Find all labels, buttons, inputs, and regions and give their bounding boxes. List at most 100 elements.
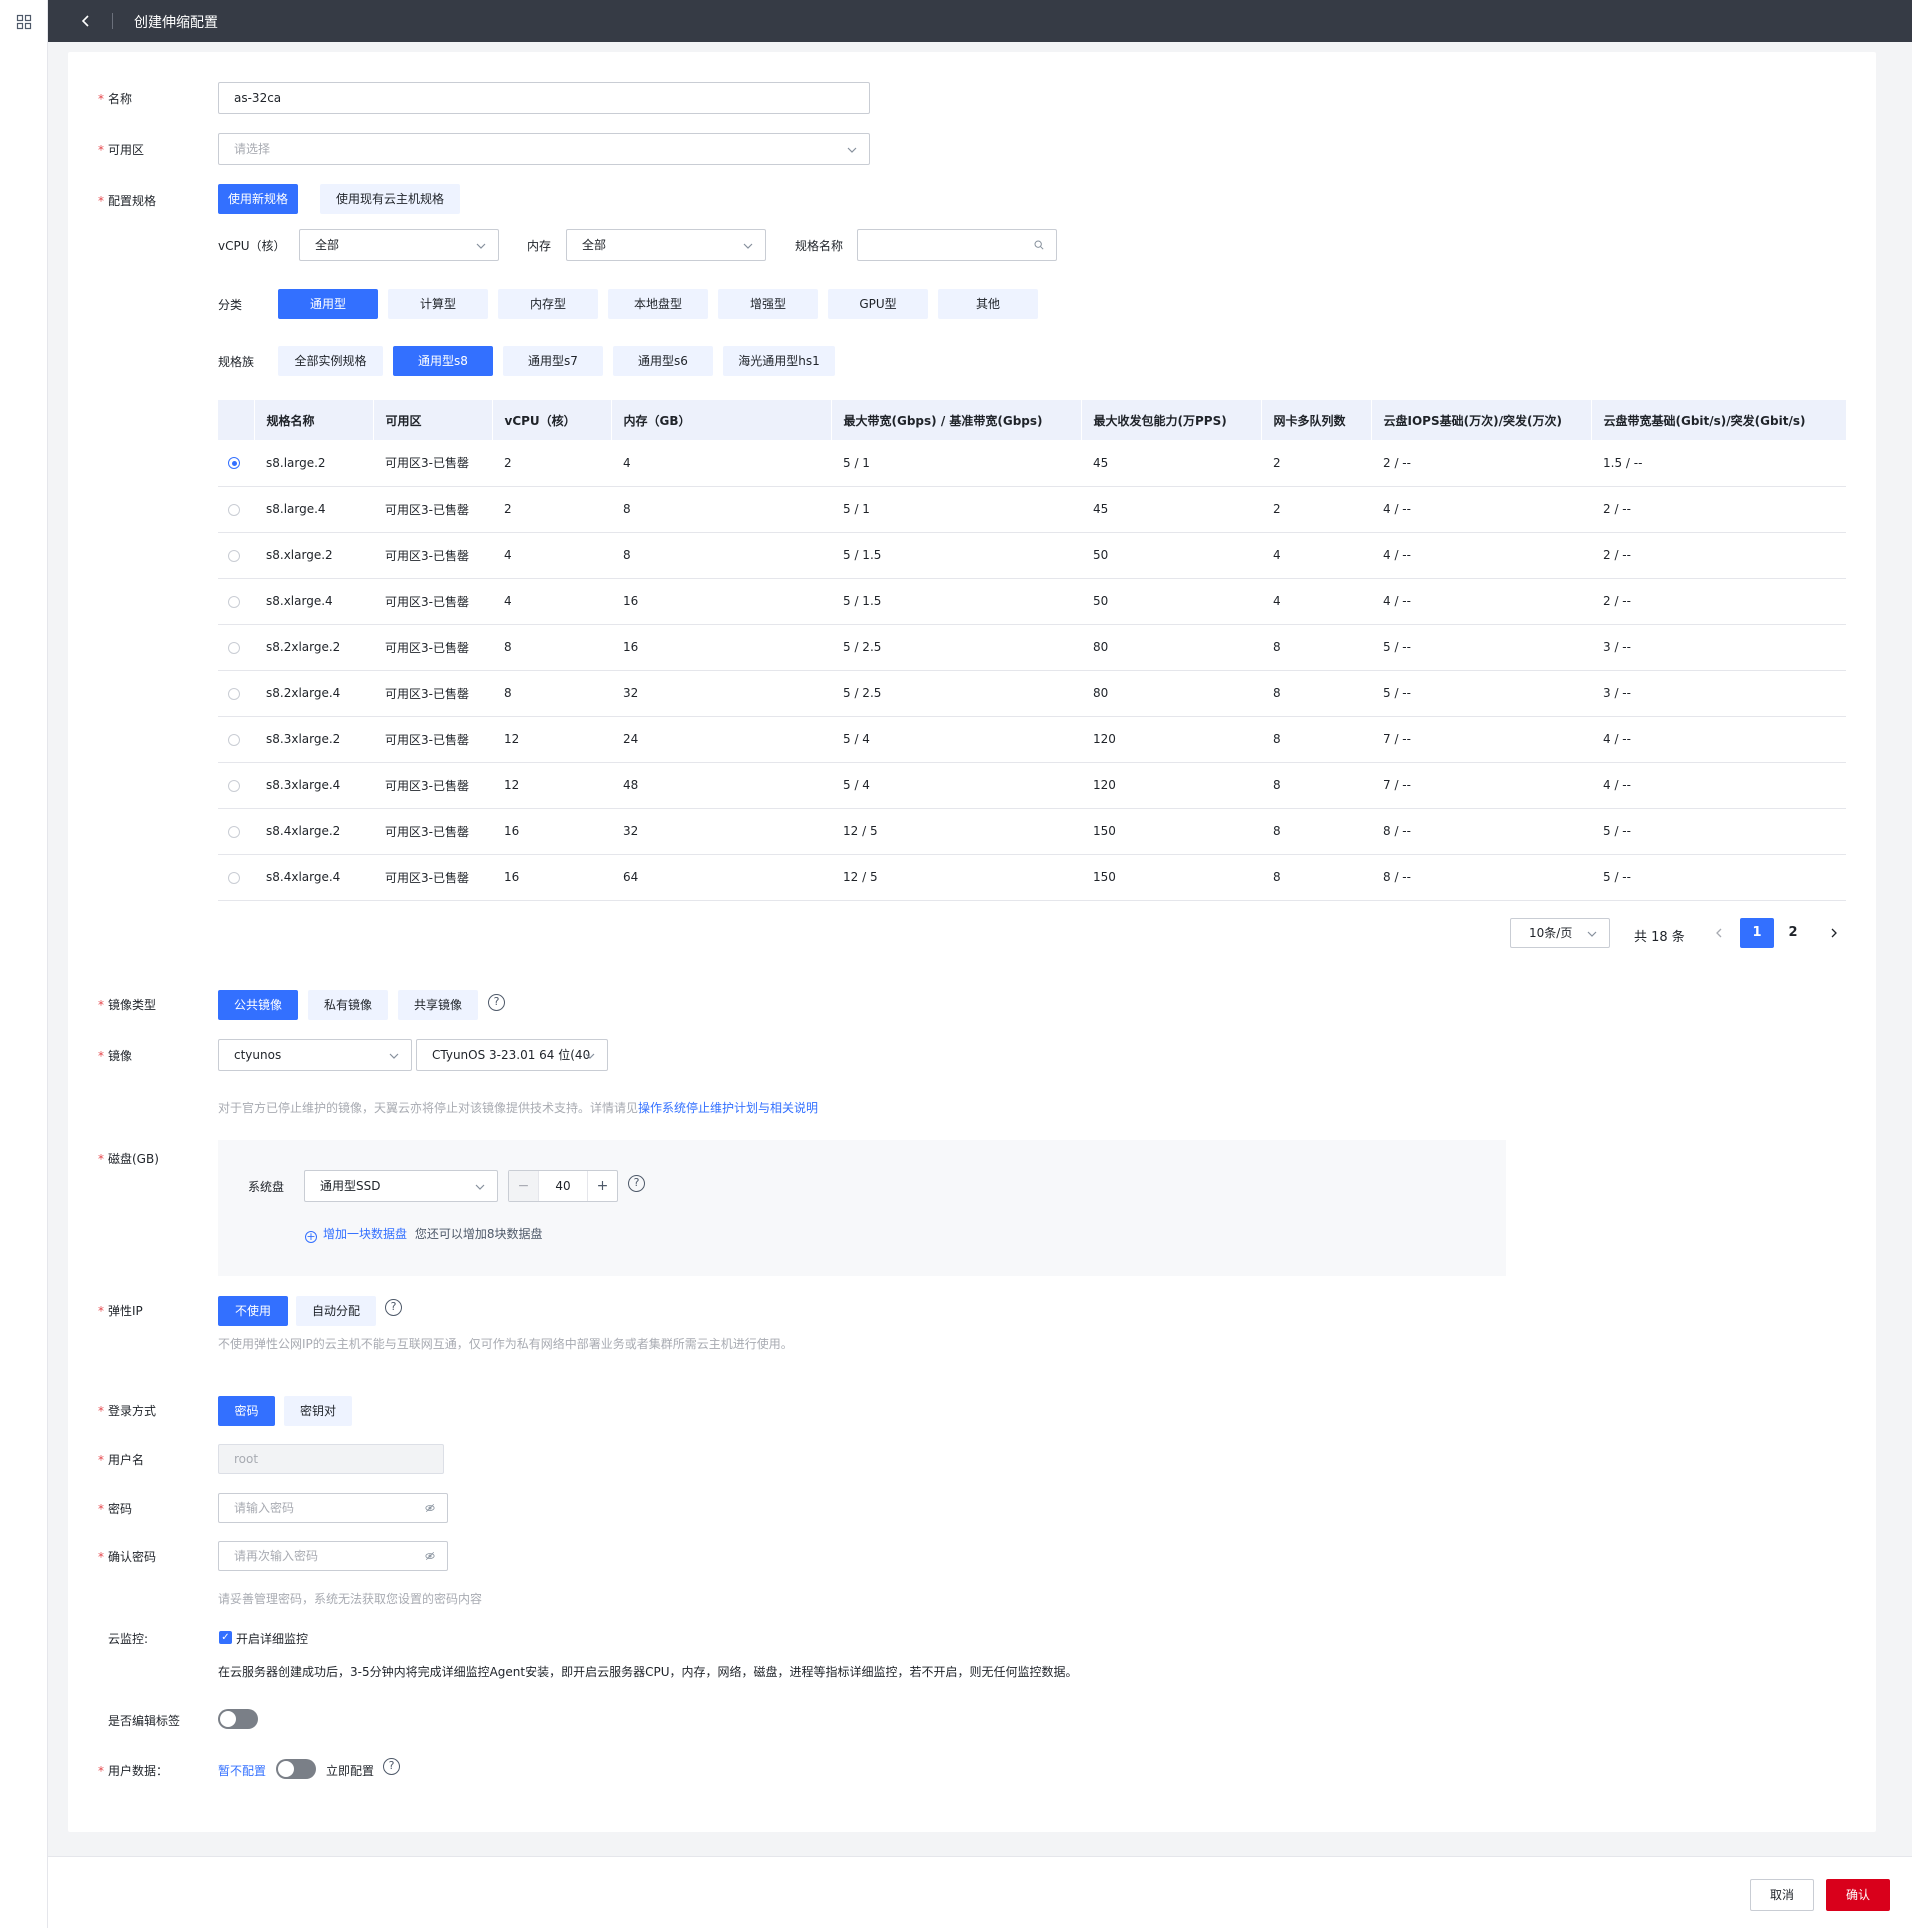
table-row[interactable]: s8.xlarge.2 可用区3-已售罄 4 8 5 / 1.5 50 4 4 / -- 2 /… (218, 532, 1846, 579)
next-page-icon[interactable] (1829, 928, 1839, 938)
system-disk-type-select[interactable]: 通用型SSD (304, 1170, 498, 1202)
table-cell: 可用区3-已售罄 (373, 670, 492, 717)
family-s7-button[interactable]: 通用型s7 (503, 346, 603, 376)
family-hs1-button[interactable]: 海光通用型hs1 (723, 346, 835, 376)
increment-button[interactable]: + (587, 1171, 617, 1201)
confirm-button[interactable]: 确认 (1826, 1879, 1890, 1911)
category-general-button[interactable]: 通用型 (278, 289, 378, 319)
table-row[interactable]: s8.4xlarge.2 可用区3-已售罄 16 32 12 / 5 150 8 8 / --… (218, 808, 1846, 855)
eip-auto-button[interactable]: 自动分配 (296, 1296, 376, 1326)
category-localdisk-button[interactable]: 本地盘型 (608, 289, 708, 319)
cancel-button[interactable]: 取消 (1750, 1879, 1814, 1911)
category-other-button[interactable]: 其他 (938, 289, 1038, 319)
category-compute-button[interactable]: 计算型 (388, 289, 488, 319)
row-select-cell[interactable] (218, 854, 254, 901)
row-select-cell[interactable] (218, 624, 254, 671)
row-radio[interactable] (228, 687, 240, 700)
decrement-button[interactable]: − (509, 1171, 539, 1201)
help-circle-icon[interactable]: ? (628, 1175, 645, 1192)
row-select-cell[interactable] (218, 762, 254, 809)
family-s8-button[interactable]: 通用型s8 (393, 346, 493, 376)
password-input[interactable]: 请输入密码 (218, 1493, 448, 1523)
category-gpu-button[interactable]: GPU型 (828, 289, 928, 319)
page-size-select[interactable]: 10条/页 (1510, 918, 1610, 948)
help-circle-icon[interactable]: ? (488, 994, 505, 1011)
table-cell: 5 / 1 (831, 440, 1081, 487)
plus-circle-icon[interactable]: + (305, 1231, 317, 1243)
page-button-2[interactable]: 2 (1776, 918, 1810, 948)
eip-none-button[interactable]: 不使用 (218, 1296, 288, 1326)
table-row[interactable]: s8.large.4 可用区3-已售罄 2 8 5 / 1 45 2 4 / -- 2 / -- (218, 486, 1846, 533)
image-version-select[interactable]: CTyunOS 3-23.01 64 位(40 (416, 1039, 608, 1071)
image-type-private-button[interactable]: 私有镜像 (308, 990, 388, 1020)
userdata-on-text[interactable]: 立即配置 (326, 1762, 374, 1779)
row-select-cell[interactable] (218, 486, 254, 533)
edit-tags-toggle[interactable] (218, 1709, 258, 1729)
table-row[interactable]: s8.2xlarge.2 可用区3-已售罄 8 16 5 / 2.5 80 8 5 / -- 3… (218, 624, 1846, 671)
name-input[interactable]: as-32ca (218, 82, 870, 114)
row-radio[interactable] (228, 733, 240, 746)
table-cell: 8 (611, 532, 831, 579)
family-s6-button[interactable]: 通用型s6 (613, 346, 713, 376)
vcpu-filter-select[interactable]: 全部 (299, 229, 499, 261)
apps-grid-icon[interactable] (16, 14, 32, 30)
table-cell: 4 (492, 532, 611, 579)
family-all-button[interactable]: 全部实例规格 (278, 346, 383, 376)
help-circle-icon[interactable]: ? (385, 1299, 402, 1316)
category-enhanced-button[interactable]: 增强型 (718, 289, 818, 319)
row-radio[interactable] (228, 779, 240, 792)
confirm-password-input[interactable]: 请再次输入密码 (218, 1541, 448, 1571)
table-row[interactable]: s8.3xlarge.4 可用区3-已售罄 12 48 5 / 4 120 8 7 / -- 4… (218, 762, 1846, 809)
row-radio[interactable] (228, 457, 240, 470)
name-label: * 名称 (98, 92, 133, 106)
table-cell: 2 / -- (1591, 486, 1846, 533)
login-keypair-button[interactable]: 密钥对 (284, 1396, 352, 1426)
image-type-shared-button[interactable]: 共享镜像 (398, 990, 478, 1020)
table-row[interactable]: s8.xlarge.4 可用区3-已售罄 4 16 5 / 1.5 50 4 4 / -- 2 … (218, 578, 1846, 625)
row-select-cell[interactable] (218, 440, 254, 487)
row-radio[interactable] (228, 503, 240, 516)
spec-mode-existing-button[interactable]: 使用现有云主机规格 (320, 184, 460, 214)
row-select-cell[interactable] (218, 670, 254, 717)
back-arrow-icon[interactable] (76, 11, 96, 31)
table-cell: s8.4xlarge.2 (254, 808, 373, 855)
prev-page-icon[interactable] (1714, 928, 1724, 938)
row-radio[interactable] (228, 595, 240, 608)
eye-off-icon[interactable] (425, 1503, 435, 1513)
table-cell: 2 / -- (1371, 440, 1591, 487)
page-title: 创建伸缩配置 (134, 15, 218, 31)
image-os-select[interactable]: ctyunos (218, 1039, 412, 1071)
system-disk-size-value[interactable]: 40 (539, 1171, 587, 1201)
row-radio[interactable] (228, 549, 240, 562)
userdata-toggle[interactable] (276, 1759, 316, 1779)
row-radio[interactable] (228, 871, 240, 884)
table-cell: 16 (492, 808, 611, 855)
specname-search-input[interactable] (857, 229, 1057, 261)
table-row[interactable]: s8.3xlarge.2 可用区3-已售罄 12 24 5 / 4 120 8 7 / -- 4… (218, 716, 1846, 763)
zone-select[interactable]: 请选择 (218, 133, 870, 165)
row-select-cell[interactable] (218, 808, 254, 855)
row-select-cell[interactable] (218, 578, 254, 625)
table-row[interactable]: s8.large.2 可用区3-已售罄 2 4 5 / 1 45 2 2 / -- 1.5 / … (218, 440, 1846, 487)
page-button-1[interactable]: 1 (1740, 918, 1774, 948)
add-data-disk-link[interactable]: 增加一块数据盘 (323, 1227, 407, 1241)
userdata-off-text[interactable]: 暂不配置 (218, 1762, 266, 1779)
table-row[interactable]: s8.2xlarge.4 可用区3-已售罄 8 32 5 / 2.5 80 8 5 / -- 3… (218, 670, 1846, 717)
image-notice-link[interactable]: 操作系统停止维护计划与相关说明 (638, 1101, 818, 1115)
image-os-value: ctyunos (234, 1048, 282, 1062)
row-radio[interactable] (228, 825, 240, 838)
row-select-cell[interactable] (218, 532, 254, 579)
row-radio[interactable] (228, 641, 240, 654)
row-select-cell[interactable] (218, 716, 254, 763)
monitor-checkbox[interactable]: ✓ (219, 1631, 232, 1644)
mem-filter-select[interactable]: 全部 (566, 229, 766, 261)
password-label: * 密码 (98, 1502, 133, 1516)
system-disk-size-stepper[interactable]: − 40 + (508, 1170, 618, 1202)
login-password-button[interactable]: 密码 (218, 1396, 275, 1426)
help-circle-icon[interactable]: ? (383, 1758, 400, 1775)
eye-off-icon[interactable] (425, 1551, 435, 1561)
category-memory-button[interactable]: 内存型 (498, 289, 598, 319)
table-row[interactable]: s8.4xlarge.4 可用区3-已售罄 16 64 12 / 5 150 8 8 / --… (218, 854, 1846, 901)
image-type-public-button[interactable]: 公共镜像 (218, 990, 298, 1020)
spec-mode-new-button[interactable]: 使用新规格 (218, 184, 298, 214)
